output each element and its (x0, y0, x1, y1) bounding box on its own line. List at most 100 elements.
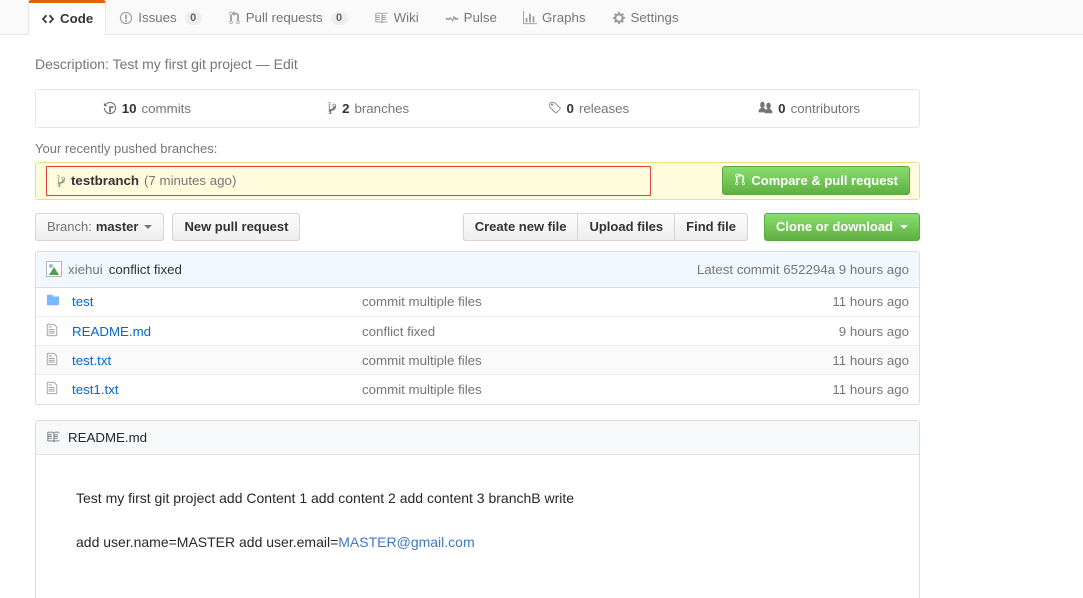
file-name-cell: README.md (62, 317, 352, 346)
file-commit-message-cell[interactable]: commit multiple files (352, 288, 789, 317)
file-icon-cell (36, 346, 62, 375)
readme-paragraph-2-text: add user.name=MASTER add user.email= (76, 533, 339, 550)
git-pull-request-icon (734, 172, 746, 189)
readme-paragraph-1: Test my first git project add Content 1 … (76, 489, 575, 506)
summary-item-branches[interactable]: 2 branches (256, 89, 478, 127)
issues-counter: 0 (184, 11, 202, 25)
summary-item-commits[interactable]: 10 commits (36, 89, 257, 127)
branch-select-menu[interactable]: Branch: master (35, 212, 165, 241)
file-text-icon (46, 352, 58, 366)
releases-label: releases (578, 100, 630, 116)
create-new-file-button[interactable]: Create new file (462, 212, 579, 241)
file-text-icon (46, 381, 58, 395)
readme-panel: README.md Test my first git project add … (35, 419, 920, 598)
branch-prefix-label: Branch: (47, 219, 92, 235)
commit-age: 9 hours ago (838, 261, 909, 277)
latest-commit-meta: Latest commit 652294a 9 hours ago (697, 262, 909, 277)
file-link[interactable]: test1.txt (72, 382, 119, 397)
commits-count: 10 (121, 100, 137, 116)
file-link[interactable]: test (72, 294, 93, 309)
readme-paragraph-2: add user.name=MASTER add user.email=MAST… (76, 531, 879, 553)
tab-pulse[interactable]: Pulse (432, 0, 510, 35)
tab-label: Settings (630, 10, 679, 26)
description-prefix: Description: (35, 56, 109, 72)
summary-item-contributors[interactable]: 0 contributors (698, 89, 919, 127)
file-name-cell: test1.txt (62, 375, 352, 404)
repository-content: Description: Test my first git project —… (35, 35, 920, 598)
table-row[interactable]: test commit multiple files 11 hours ago (36, 288, 919, 317)
file-icon-cell (36, 317, 62, 346)
file-name-cell: test.txt (62, 346, 352, 375)
git-branch-icon (55, 174, 66, 188)
broken-image-icon (46, 261, 62, 278)
table-row[interactable]: README.md conflict fixed 9 hours ago (36, 316, 919, 346)
repository-description: Description: Test my first git project —… (35, 35, 920, 89)
tab-label: Pulse (463, 10, 497, 26)
file-navigation-toolbar: Branch: master New pull request Create n… (35, 200, 920, 251)
latest-commit-bar: xiehui conflict fixed Latest commit 6522… (36, 251, 919, 288)
book-icon (374, 11, 389, 25)
tab-code[interactable]: Code (28, 0, 107, 35)
commit-sha[interactable]: 652294a (783, 262, 835, 277)
book-icon (46, 430, 61, 444)
file-commit-message-cell[interactable]: commit multiple files (352, 346, 789, 375)
file-commit-message-cell[interactable]: conflict fixed (352, 317, 789, 346)
summary-item-releases[interactable]: 0 releases (477, 89, 699, 127)
clone-or-download-button[interactable]: Clone or download (764, 212, 920, 241)
file-action-button-group: Create new file Upload files Find file (462, 212, 748, 241)
tab-issues[interactable]: Issues 0 (106, 0, 214, 35)
find-file-button[interactable]: Find file (674, 212, 748, 241)
file-link[interactable]: README.md (72, 324, 151, 339)
tab-label: Graphs (541, 10, 586, 26)
file-age-cell: 9 hours ago (838, 323, 909, 339)
upload-files-button[interactable]: Upload files (577, 212, 676, 241)
git-pull-request-icon (228, 11, 241, 25)
commit-message[interactable]: conflict fixed (109, 262, 182, 277)
current-branch-name: master (95, 219, 139, 235)
new-pull-request-button[interactable]: New pull request (172, 212, 301, 241)
file-commit-message-cell[interactable]: commit multiple files (352, 375, 789, 404)
pull-requests-counter: 0 (330, 11, 348, 25)
description-text: Test my first git project (112, 56, 252, 72)
tab-label: Code (60, 11, 94, 27)
compare-and-pull-request-button[interactable]: Compare & pull request (722, 166, 910, 196)
file-icon-cell (36, 375, 62, 404)
recently-pushed-label: Your recently pushed branches: (35, 140, 218, 156)
pushed-branch-time: (7 minutes ago) (143, 173, 237, 189)
file-link[interactable]: test.txt (72, 353, 111, 368)
tab-label: Pull requests (245, 10, 323, 26)
code-icon (41, 12, 55, 26)
file-list-container: xiehui conflict fixed Latest commit 6522… (35, 250, 920, 405)
pulse-icon (445, 11, 459, 25)
tab-pull-requests[interactable]: Pull requests 0 (215, 0, 361, 35)
readme-body: Test my first git project add Content 1 … (36, 455, 919, 598)
git-branch-icon (326, 101, 337, 115)
pushed-branch-name: testbranch (71, 173, 139, 189)
commit-author-group: xiehui conflict fixed (46, 261, 182, 278)
file-age-cell: 11 hours ago (832, 352, 909, 368)
table-row[interactable]: test.txt commit multiple files 11 hours … (36, 345, 919, 375)
description-dash: — (255, 56, 270, 72)
file-icon-cell (36, 288, 62, 317)
pushed-branch-info[interactable]: testbranch (7 minutes ago) (46, 165, 651, 196)
commit-author-name[interactable]: xiehui (68, 262, 103, 277)
tab-settings[interactable]: Settings (599, 0, 692, 35)
readme-title: README.md (68, 429, 148, 445)
contributors-label: contributors (790, 100, 861, 116)
organization-icon (758, 101, 773, 115)
tab-wiki[interactable]: Wiki (361, 0, 432, 35)
tab-graphs[interactable]: Graphs (510, 0, 599, 35)
table-row[interactable]: test1.txt commit multiple files 11 hours… (36, 374, 919, 404)
contributors-count: 0 (778, 100, 786, 116)
repository-tab-navigation: Code Issues 0 Pull requests 0 Wiki Pulse… (0, 0, 1083, 35)
repository-summary-bar: 10 commits 2 branches 0 releases 0 contr… (35, 88, 920, 128)
history-icon (103, 101, 117, 115)
readme-email-link[interactable]: MASTER@gmail.com (338, 534, 474, 550)
tab-list: Code Issues 0 Pull requests 0 Wiki Pulse… (28, 0, 1083, 35)
issue-opened-icon (119, 11, 133, 25)
tag-icon (548, 101, 562, 115)
edit-description-link[interactable]: Edit (274, 56, 298, 72)
branches-label: branches (354, 100, 410, 116)
compare-button-label: Compare & pull request (751, 173, 898, 189)
file-name-cell: test (62, 288, 352, 317)
